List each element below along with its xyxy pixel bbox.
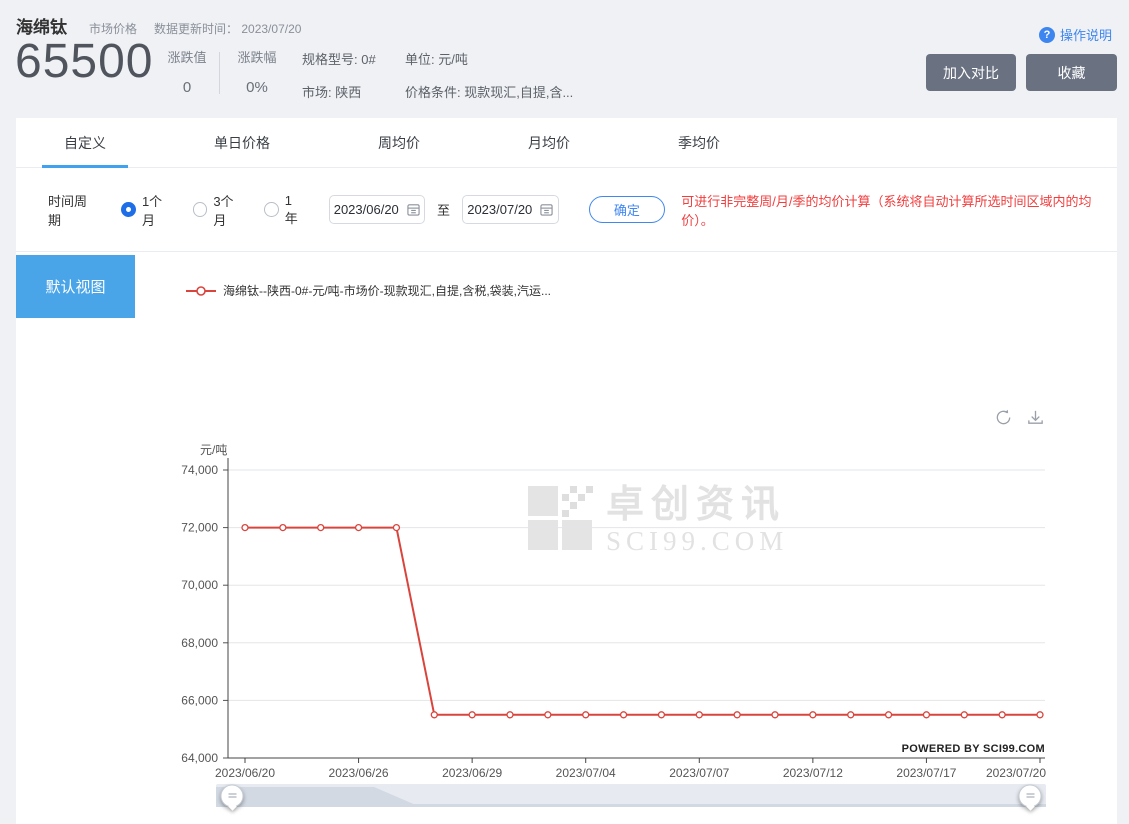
datazoom-slider[interactable] [216, 784, 1046, 807]
datazoom-shadow [216, 784, 1046, 807]
svg-text:72,000: 72,000 [181, 521, 218, 535]
unit-label: 单位: 元/吨 [405, 49, 573, 68]
default-view-button[interactable]: 默认视图 [16, 255, 135, 318]
legend-marker-icon [186, 286, 216, 296]
to-label: 至 [437, 200, 450, 219]
tab-monthly-avg[interactable]: 月均价 [518, 118, 580, 168]
update-time-label: 数据更新时间： [154, 22, 238, 36]
radio-icon [121, 202, 136, 217]
radio-3month[interactable]: 3个月 [193, 191, 246, 229]
powered-by-label: POWERED BY SCI99.COM [902, 743, 1045, 755]
divider [219, 52, 220, 94]
calendar-icon [540, 203, 553, 216]
svg-text:2023/07/04: 2023/07/04 [556, 766, 616, 780]
end-date-value: 2023/07/20 [467, 202, 532, 217]
svg-text:2023/07/07: 2023/07/07 [669, 766, 729, 780]
page: 海绵钛 市场价格 数据更新时间： 2023/07/20 ? 操作说明 65500… [0, 0, 1129, 824]
tab-daily-price[interactable]: 单日价格 [204, 118, 280, 168]
datazoom-left-handle[interactable] [221, 784, 244, 807]
change-pct-label: 涨跌幅 [226, 47, 288, 66]
help-label: 操作说明 [1060, 25, 1112, 44]
chart-legend[interactable]: 海绵钛--陕西-0#-元/吨-市场价-现款现汇,自提,含税,袋装,汽运... [186, 282, 551, 299]
change-value-label: 涨跌值 [156, 47, 218, 66]
change-pct: 0% [226, 79, 288, 96]
help-link[interactable]: ? 操作说明 [1039, 25, 1112, 44]
tab-weekly-avg[interactable]: 周均价 [368, 118, 430, 168]
filter-bar: 时间周期 1个月 3个月 1年 2023/06/20 至 2023/07/20 … [16, 168, 1117, 252]
filter-note: 可进行非完整周/月/季的均价计算（系统将自动计算所选时间区域内的均价）。 [681, 191, 1117, 229]
condition-label: 价格条件: 现款现汇,自提,含... [405, 82, 573, 101]
unit-condition-block: 单位: 元/吨 价格条件: 现款现汇,自提,含... [405, 49, 573, 101]
svg-text:66,000: 66,000 [181, 693, 218, 707]
svg-text:64,000: 64,000 [181, 751, 218, 765]
tab-quarterly-avg[interactable]: 季均价 [668, 118, 730, 168]
svg-text:2023/06/26: 2023/06/26 [329, 766, 389, 780]
download-icon[interactable] [1026, 408, 1045, 427]
svg-text:70,000: 70,000 [181, 578, 218, 592]
svg-text:2023/07/20: 2023/07/20 [986, 766, 1046, 780]
price-line-chart[interactable]: 64,000 66,000 68,000 70,000 72,000 74,000 元/吨 2… [160, 440, 1060, 780]
radio-label: 1年 [285, 193, 305, 227]
radio-label: 1个月 [142, 191, 175, 229]
favorite-button[interactable]: 收藏 [1026, 54, 1117, 91]
add-compare-button[interactable]: 加入对比 [926, 54, 1016, 91]
content-panel: 自定义 单日价格 周均价 月均价 季均价 时间周期 1个月 3个月 1年 202… [16, 118, 1117, 824]
market-label: 市场: 陕西 [302, 82, 376, 101]
svg-text:2023/07/12: 2023/07/12 [783, 766, 843, 780]
svg-text:2023/06/29: 2023/06/29 [442, 766, 502, 780]
radio-1month[interactable]: 1个月 [121, 191, 174, 229]
radio-label: 3个月 [213, 191, 246, 229]
current-price: 65500 [15, 34, 153, 89]
spec-market-block: 规格型号: 0# 市场: 陕西 [302, 49, 376, 101]
tab-custom[interactable]: 自定义 [54, 118, 116, 168]
refresh-icon[interactable] [994, 408, 1013, 427]
end-date-input[interactable]: 2023/07/20 [462, 195, 558, 224]
svg-text:68,000: 68,000 [181, 636, 218, 650]
update-time-value: 2023/07/20 [241, 22, 301, 36]
svg-text:74,000: 74,000 [181, 463, 218, 477]
update-time: 数据更新时间： 2023/07/20 [154, 20, 301, 37]
radio-icon [193, 202, 208, 217]
datazoom-right-handle[interactable] [1019, 784, 1042, 807]
change-pct-block: 涨跌幅 0% [226, 47, 288, 96]
start-date-value: 2023/06/20 [334, 202, 399, 217]
radio-icon [264, 202, 279, 217]
change-value: 0 [156, 79, 218, 96]
start-date-input[interactable]: 2023/06/20 [329, 195, 425, 224]
tab-bar: 自定义 单日价格 周均价 月均价 季均价 [16, 118, 1117, 168]
svg-text:2023/07/17: 2023/07/17 [896, 766, 956, 780]
radio-1year[interactable]: 1年 [264, 193, 305, 227]
svg-text:2023/06/20: 2023/06/20 [215, 766, 275, 780]
period-label: 时间周期 [48, 191, 99, 229]
legend-label: 海绵钛--陕西-0#-元/吨-市场价-现款现汇,自提,含税,袋装,汽运... [223, 282, 551, 299]
spec-label: 规格型号: 0# [302, 49, 376, 68]
question-icon: ? [1039, 27, 1055, 43]
calendar-icon [407, 203, 420, 216]
change-value-block: 涨跌值 0 [156, 47, 218, 96]
confirm-button[interactable]: 确定 [589, 196, 666, 223]
chart-toolbox [994, 408, 1045, 427]
svg-text:元/吨: 元/吨 [200, 443, 227, 457]
